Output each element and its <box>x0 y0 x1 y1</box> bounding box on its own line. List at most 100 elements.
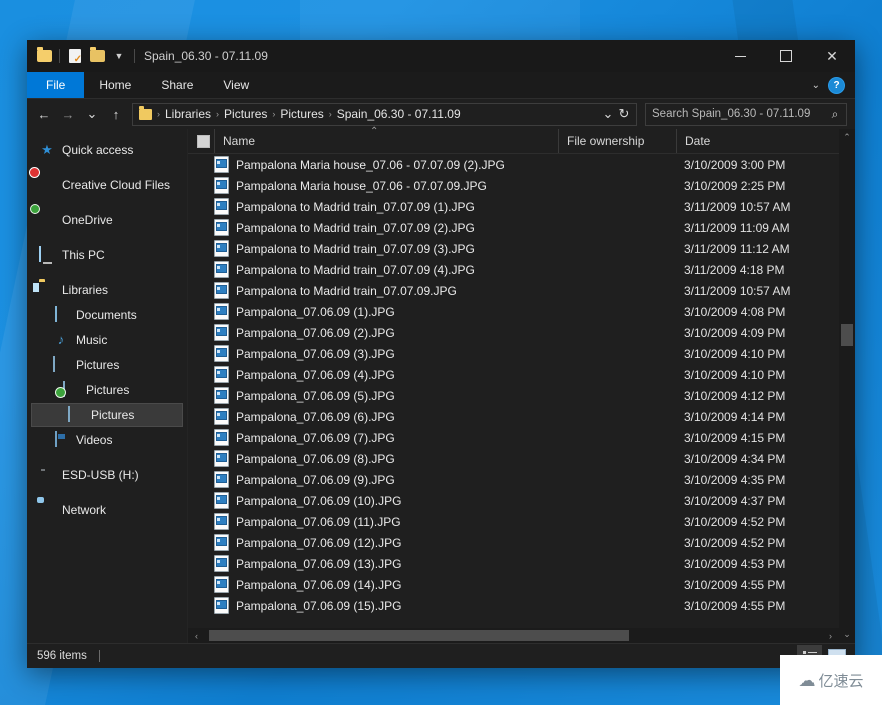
sidebar-item-libraries[interactable]: Libraries <box>27 278 183 302</box>
file-date-cell: 3/11/2009 10:57 AM <box>684 283 791 298</box>
file-name-cell: Pampalona_07.06.09 (14).JPG <box>188 576 558 593</box>
up-button[interactable]: ↑ <box>105 103 127 125</box>
vertical-scrollbar[interactable]: ⌃ ⌄ <box>839 129 855 643</box>
ribbon-tab-bar: File Home Share View ⌄ ? <box>27 72 855 99</box>
breadcrumb[interactable]: › Libraries › Pictures › Pictures › Spai… <box>132 102 637 126</box>
breadcrumb-item-pictures[interactable]: Pictures <box>220 107 271 121</box>
horizontal-scroll-track[interactable] <box>205 628 822 643</box>
tab-share[interactable]: Share <box>146 72 208 98</box>
recent-locations-chevron-down-icon[interactable]: ⌄ <box>81 103 103 125</box>
table-row[interactable]: Pampalona_07.06.09 (1).JPG 3/10/2009 4:08… <box>188 301 839 322</box>
sidebar-item-label: ESD-USB (H:) <box>62 468 139 482</box>
expand-ribbon-chevron-down-icon[interactable]: ⌄ <box>812 80 820 91</box>
sidebar-item-this-pc[interactable]: This PC <box>27 243 183 267</box>
address-dropdown-chevron-down-icon[interactable]: ⌄ <box>600 103 616 125</box>
close-button[interactable]: ✕ <box>809 40 855 72</box>
minimize-button[interactable] <box>717 40 763 72</box>
sidebar-item-network[interactable]: Network <box>27 498 183 522</box>
table-row[interactable]: Pampalona to Madrid train_07.07.09 (1).J… <box>188 196 839 217</box>
table-row[interactable]: Pampalona_07.06.09 (3).JPG 3/10/2009 4:10… <box>188 343 839 364</box>
back-button[interactable]: ← <box>33 103 55 125</box>
tab-view[interactable]: View <box>208 72 264 98</box>
file-name-cell: Pampalona_07.06.09 (5).JPG <box>188 387 558 404</box>
sidebar-item-label: Quick access <box>62 143 134 157</box>
scroll-left-arrow-icon[interactable]: ‹ <box>188 631 205 641</box>
sidebar-item-esd-usb[interactable]: ESD-USB (H:) <box>27 463 183 487</box>
customize-chevron-down-icon[interactable]: ▼ <box>109 46 129 66</box>
table-row[interactable]: Pampalona_07.06.09 (6).JPG 3/10/2009 4:14… <box>188 406 839 427</box>
refresh-icon[interactable]: ↻ <box>616 103 632 125</box>
table-row[interactable]: Pampalona_07.06.09 (7).JPG 3/10/2009 4:15… <box>188 427 839 448</box>
help-icon[interactable]: ? <box>828 76 845 94</box>
table-row[interactable]: Pampalona_07.06.09 (2).JPG 3/10/2009 4:09… <box>188 322 839 343</box>
table-row[interactable]: Pampalona_07.06.09 (15).JPG 3/10/2009 4:5… <box>188 595 839 616</box>
search-box[interactable]: ⌕ <box>645 102 847 126</box>
scroll-down-arrow-icon[interactable]: ⌄ <box>839 626 855 643</box>
table-row[interactable]: Pampalona Maria house_07.06 - 07.07.09 (… <box>188 154 839 175</box>
table-row[interactable]: Pampalona_07.06.09 (4).JPG 3/10/2009 4:10… <box>188 364 839 385</box>
sidebar-item-label: Pictures <box>76 358 120 372</box>
scroll-up-arrow-icon[interactable]: ⌃ <box>839 129 855 146</box>
column-header-file-ownership[interactable]: File ownership <box>558 129 676 153</box>
file-name-cell: Pampalona_07.06.09 (4).JPG <box>188 366 558 383</box>
sidebar-item-creative-cloud-files[interactable]: Creative Cloud Files <box>27 173 183 197</box>
table-row[interactable]: Pampalona_07.06.09 (10).JPG 3/10/2009 4:3… <box>188 490 839 511</box>
navigation-pane: ★ Quick access Creative Cloud Files OneD… <box>27 129 188 643</box>
new-folder-icon[interactable] <box>87 46 107 66</box>
forward-button[interactable]: → <box>57 103 79 125</box>
breadcrumb-item-current-folder[interactable]: Spain_06.30 - 07.11.09 <box>333 107 465 121</box>
maximize-button[interactable] <box>763 40 809 72</box>
file-name-cell: Pampalona to Madrid train_07.07.09 (4).J… <box>188 261 558 278</box>
table-row[interactable]: Pampalona_07.06.09 (12).JPG 3/10/2009 4:5… <box>188 532 839 553</box>
sidebar-item-documents[interactable]: Documents <box>27 303 183 327</box>
table-row[interactable]: Pampalona Maria house_07.06 - 07.07.09.J… <box>188 175 839 196</box>
table-row[interactable]: Pampalona_07.06.09 (9).JPG 3/10/2009 4:35… <box>188 469 839 490</box>
breadcrumb-item-pictures-2[interactable]: Pictures <box>276 107 327 121</box>
select-all-checkbox[interactable] <box>188 129 214 153</box>
search-input[interactable] <box>646 107 824 121</box>
vertical-scroll-track[interactable] <box>839 146 855 626</box>
sidebar-item-music[interactable]: ♪ Music <box>27 328 183 352</box>
ribbon-spacer <box>264 72 811 98</box>
scroll-right-arrow-icon[interactable]: › <box>822 631 839 641</box>
usb-drive-icon <box>39 467 55 483</box>
column-header-date[interactable]: Date <box>676 129 839 153</box>
table-row[interactable]: Pampalona_07.06.09 (14).JPG 3/10/2009 4:5… <box>188 574 839 595</box>
sidebar-item-pictures[interactable]: Pictures <box>27 353 183 377</box>
file-name-label: Pampalona_07.06.09 (12).JPG <box>236 535 402 550</box>
file-name-cell: Pampalona_07.06.09 (6).JPG <box>188 408 558 425</box>
folder-icon[interactable] <box>34 46 54 66</box>
sidebar-item-quick-access[interactable]: ★ Quick access <box>27 138 183 162</box>
sidebar-item-onedrive[interactable]: OneDrive <box>27 208 183 232</box>
table-row[interactable]: Pampalona_07.06.09 (13).JPG 3/10/2009 4:5… <box>188 553 839 574</box>
file-date-cell: 3/10/2009 4:52 PM <box>684 535 786 550</box>
tab-file[interactable]: File <box>27 72 85 98</box>
search-icon[interactable]: ⌕ <box>824 107 846 122</box>
column-header-name[interactable]: Name <box>214 129 558 153</box>
vertical-scroll-thumb[interactable] <box>841 324 853 346</box>
table-row[interactable]: Pampalona_07.06.09 (8).JPG 3/10/2009 4:34… <box>188 448 839 469</box>
table-row[interactable]: Pampalona to Madrid train_07.07.09.JPG 3/… <box>188 280 839 301</box>
table-row[interactable]: Pampalona to Madrid train_07.07.09 (2).J… <box>188 217 839 238</box>
table-row[interactable]: Pampalona to Madrid train_07.07.09 (4).J… <box>188 259 839 280</box>
file-name-label: Pampalona to Madrid train_07.07.09 (3).J… <box>236 241 475 256</box>
file-name-cell: Pampalona_07.06.09 (13).JPG <box>188 555 558 572</box>
sidebar-item-pictures-sync[interactable]: Pictures <box>27 378 183 402</box>
sidebar-item-videos[interactable]: Videos <box>27 428 183 452</box>
table-row[interactable]: Pampalona to Madrid train_07.07.09 (3).J… <box>188 238 839 259</box>
table-row[interactable]: Pampalona_07.06.09 (11).JPG 3/10/2009 4:5… <box>188 511 839 532</box>
item-count-label: 596 items <box>37 650 87 662</box>
tab-home[interactable]: Home <box>84 72 146 98</box>
window-controls: ✕ <box>717 40 855 72</box>
properties-icon[interactable] <box>65 46 85 66</box>
sidebar-item-pictures-selected[interactable]: Pictures <box>31 403 183 427</box>
file-name-cell: Pampalona_07.06.09 (15).JPG <box>188 597 558 614</box>
horizontal-scroll-thumb[interactable] <box>209 630 629 641</box>
jpg-file-icon <box>214 366 229 383</box>
file-name-cell: Pampalona_07.06.09 (7).JPG <box>188 429 558 446</box>
jpg-file-icon <box>214 177 229 194</box>
horizontal-scrollbar[interactable]: ‹ › <box>188 628 839 643</box>
pictures-icon <box>53 356 69 373</box>
breadcrumb-item-libraries[interactable]: Libraries <box>161 107 215 121</box>
table-row[interactable]: Pampalona_07.06.09 (5).JPG 3/10/2009 4:12… <box>188 385 839 406</box>
